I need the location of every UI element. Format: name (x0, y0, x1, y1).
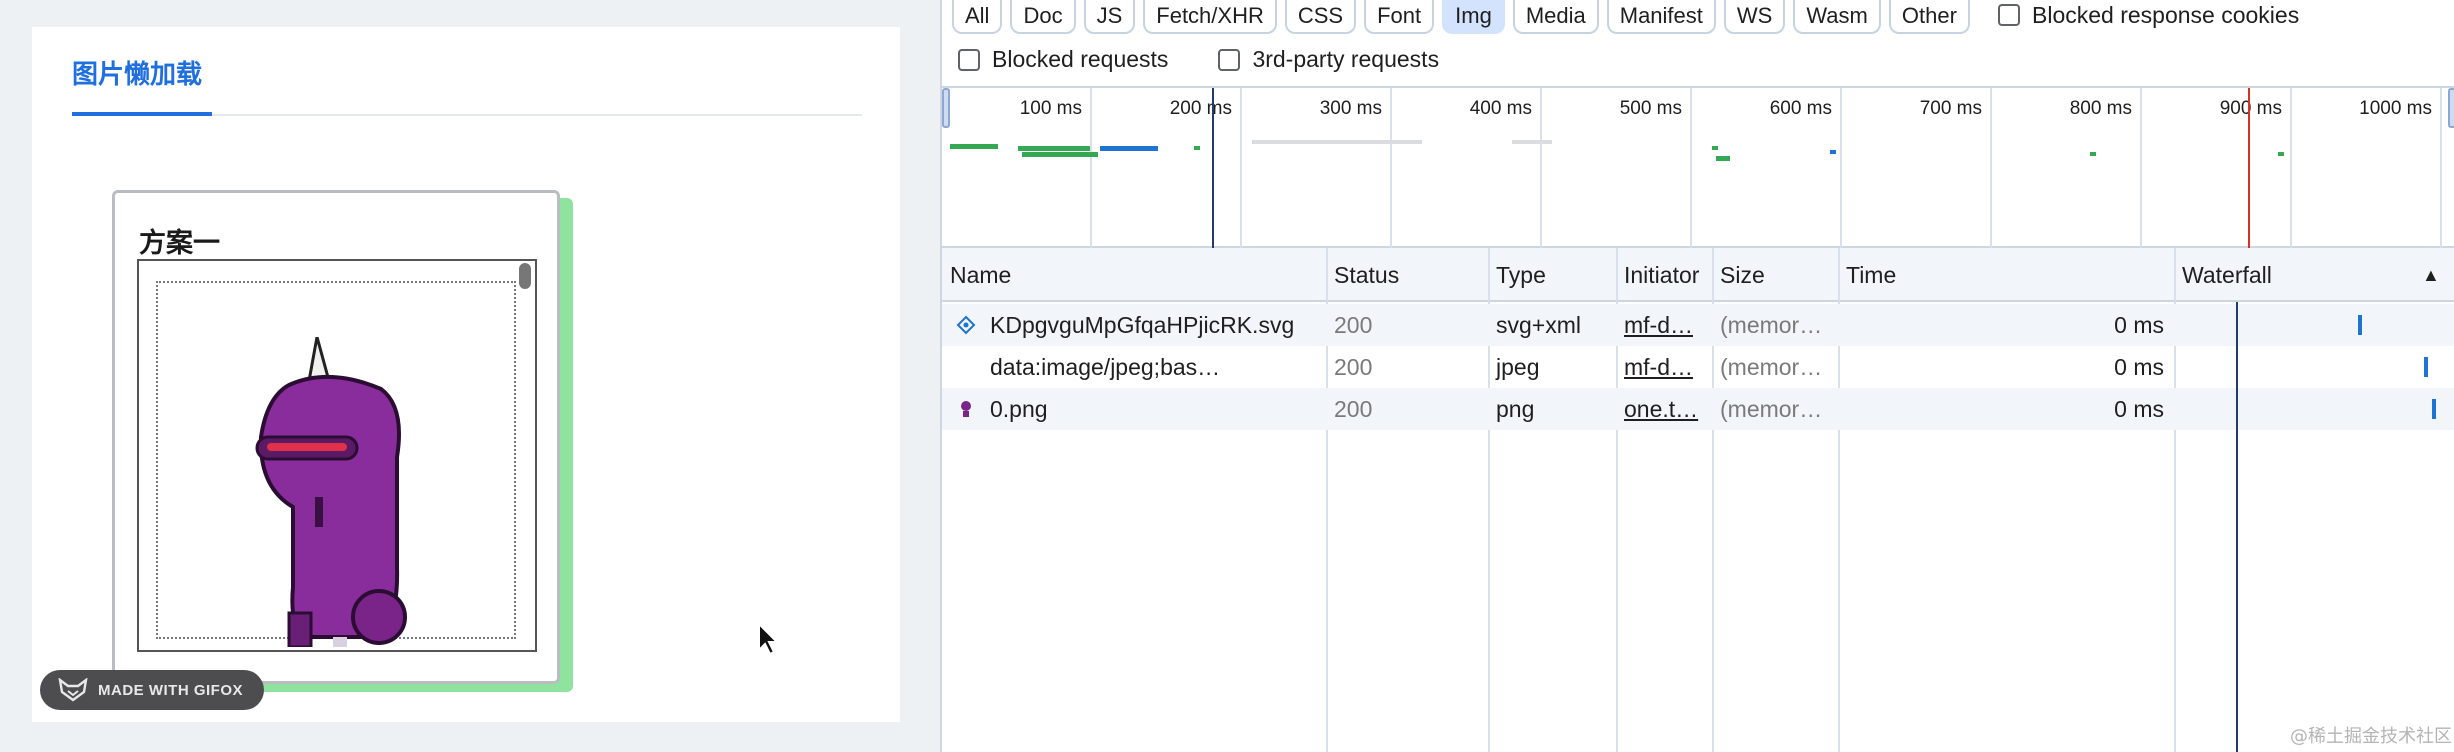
devtools-network-panel: All Doc JS Fetch/XHR CSS Font Img Media … (940, 0, 2454, 752)
filter-doc[interactable]: Doc (1010, 0, 1076, 34)
blocked-response-cookies-option: Blocked response cookies (1998, 0, 2299, 30)
tick-label: 800 ms (2069, 98, 2132, 119)
fox-logo-icon (58, 678, 88, 702)
gifox-badge: MADE WITH GIFOX (40, 670, 264, 710)
table-row[interactable]: 0.png 200 png one.t… (memor… 0 ms (942, 388, 2454, 430)
filter-media[interactable]: Media (1512, 0, 1599, 34)
overview-right-handle[interactable] (2448, 88, 2454, 128)
tick-label: 300 ms (1319, 98, 1382, 119)
table-row[interactable]: KDpgvguMpGfqaHPjicRK.svg 200 svg+xml mf-… (942, 304, 2454, 346)
request-status: 200 (1334, 353, 1373, 380)
column-header-name[interactable]: Name (942, 248, 1326, 302)
waterfall-dom-content-loaded-line (2236, 302, 2238, 752)
request-options-row: Blocked requests 3rd-party requests (958, 46, 1439, 73)
request-size: (memor… (1720, 353, 1823, 380)
request-time: 0 ms (2114, 353, 2164, 380)
filter-all[interactable]: All (952, 0, 1003, 34)
tick-label: 500 ms (1619, 98, 1682, 119)
filter-js[interactable]: JS (1083, 0, 1136, 34)
request-name: 0.png (990, 395, 1048, 422)
tick-label: 900 ms (2219, 98, 2282, 119)
waterfall-bar (2424, 357, 2428, 377)
request-name-cell: 0.png (942, 388, 1326, 430)
column-header-time[interactable]: Time (1838, 248, 2174, 302)
request-type: png (1496, 395, 1535, 422)
request-type: jpeg (1496, 353, 1540, 380)
network-overview-timeline[interactable]: 100 ms 200 ms 300 ms 400 ms 500 ms 600 m… (942, 86, 2454, 248)
demo-title: 方案一 (139, 228, 220, 258)
tick-label: 600 ms (1769, 98, 1832, 119)
request-name-cell: data:image/jpeg;bas… (942, 346, 1326, 388)
lazy-image-scroll-container[interactable] (137, 259, 537, 652)
blocked-response-cookies-checkbox[interactable] (1998, 4, 2020, 26)
filter-other[interactable]: Other (1888, 0, 1970, 34)
tick-label: 700 ms (1919, 98, 1982, 119)
scrollbar-thumb[interactable] (519, 263, 531, 289)
sort-ascending-icon[interactable]: ▲ (2414, 248, 2454, 302)
request-size: (memor… (1720, 311, 1823, 338)
blocked-requests-checkbox[interactable] (958, 48, 980, 71)
demo-box: 方案一 (112, 190, 560, 684)
page-title: 图片懒加载 (72, 59, 203, 89)
request-name: KDpgvguMpGfqaHPjicRK.svg (990, 311, 1295, 338)
request-initiator-link[interactable]: mf-d… (1616, 304, 1712, 346)
waterfall-bar (2358, 315, 2362, 335)
filter-ws[interactable]: WS (1723, 0, 1786, 34)
waterfall-bar (2432, 399, 2436, 419)
request-initiator-link[interactable]: mf-d… (1616, 346, 1712, 388)
blocked-response-cookies-label: Blocked response cookies (2032, 1, 2300, 28)
gifox-badge-label: MADE WITH GIFOX (98, 681, 243, 699)
overview-left-handle[interactable] (942, 88, 950, 128)
tick-label: 200 ms (1169, 98, 1232, 119)
column-header-size[interactable]: Size (1712, 248, 1838, 302)
request-type-filters: All Doc JS Fetch/XHR CSS Font Img Media … (952, 0, 1970, 34)
request-type: svg+xml (1496, 311, 1581, 338)
requests-table-header: Name Status Type Initiator Size Time Wat… (942, 248, 2454, 302)
request-initiator-link[interactable]: one.t… (1616, 388, 1712, 430)
third-party-requests-checkbox[interactable] (1218, 48, 1241, 71)
request-status: 200 (1334, 395, 1373, 422)
filter-manifest[interactable]: Manifest (1606, 0, 1716, 34)
request-time: 0 ms (2114, 311, 2164, 338)
watermark: @稀土掘金技术社区 (2290, 726, 2452, 747)
column-header-type[interactable]: Type (1488, 248, 1616, 302)
png-file-icon (961, 401, 971, 417)
column-header-waterfall[interactable]: Waterfall (2174, 248, 2414, 302)
tick-label: 100 ms (1019, 98, 1082, 119)
column-header-initiator[interactable]: Initiator (1616, 248, 1712, 302)
filter-css[interactable]: CSS (1284, 0, 1357, 34)
request-size: (memor… (1720, 395, 1823, 422)
request-status: 200 (1334, 311, 1373, 338)
title-underline (72, 112, 212, 116)
filter-img[interactable]: Img (1442, 0, 1505, 34)
filter-wasm[interactable]: Wasm (1793, 0, 1881, 34)
third-party-requests-label: 3rd-party requests (1252, 46, 1440, 72)
filter-fetch-xhr[interactable]: Fetch/XHR (1143, 0, 1277, 34)
request-name: data:image/jpeg;bas… (990, 353, 1221, 380)
blocked-requests-label: Blocked requests (992, 46, 1169, 72)
request-name-cell: KDpgvguMpGfqaHPjicRK.svg (942, 304, 1326, 346)
mouse-cursor-icon (758, 622, 780, 656)
request-time: 0 ms (2114, 395, 2164, 422)
robot-image (255, 337, 407, 647)
tick-label: 1000 ms (2359, 98, 2432, 119)
table-row[interactable]: data:image/jpeg;bas… 200 jpeg mf-d… (mem… (942, 346, 2454, 388)
column-header-status[interactable]: Status (1326, 248, 1488, 302)
filter-font[interactable]: Font (1364, 0, 1435, 34)
svg-file-icon (956, 315, 976, 335)
tick-label: 400 ms (1469, 98, 1532, 119)
